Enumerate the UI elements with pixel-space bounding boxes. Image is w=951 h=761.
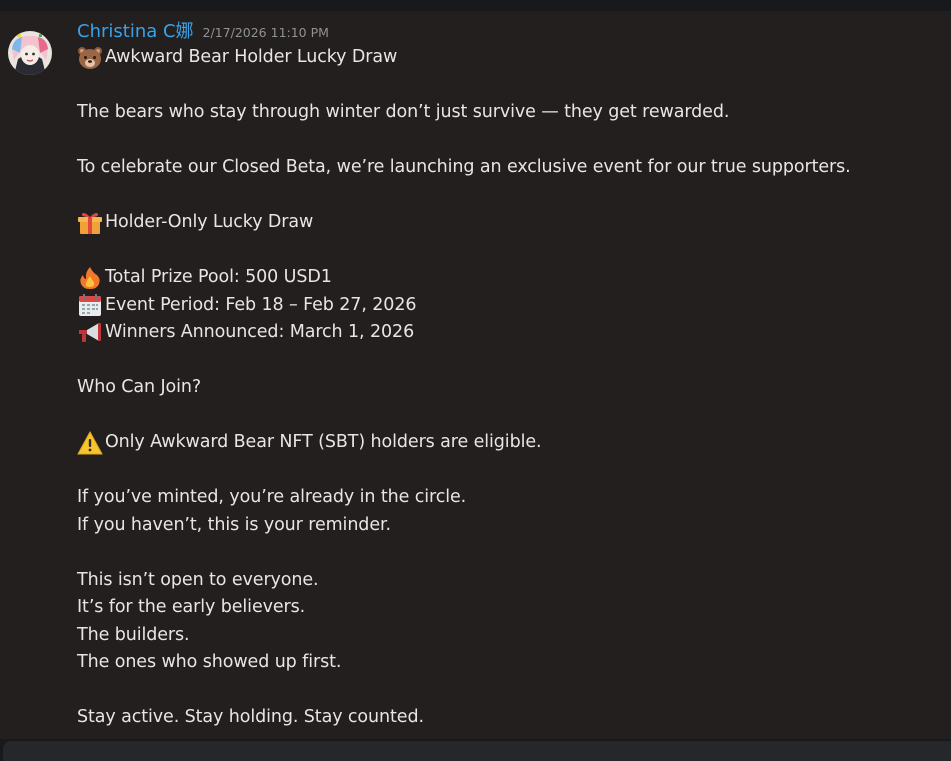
- message-line: Awkward Bear Holder Lucky Draw: [77, 44, 937, 72]
- message-line: It’s for the early believers.: [77, 597, 306, 617]
- megaphone-icon: [77, 321, 105, 345]
- announcement-title: Awkward Bear Holder Lucky Draw: [105, 47, 398, 67]
- message-line: To celebrate our Closed Beta, we’re laun…: [77, 157, 851, 177]
- message-line: This isn’t open to everyone.: [77, 569, 319, 590]
- message-line: Only Awkward Bear NFT (SBT) holders are …: [77, 429, 937, 457]
- message-content: Awkward Bear Holder Lucky Draw The bears…: [77, 44, 937, 732]
- message-line: Holder-Only Lucky Draw: [77, 209, 937, 237]
- username[interactable]: Christina C娜: [77, 17, 194, 43]
- message-line: Event Period: Feb 18 – Feb 27, 2026: [77, 292, 937, 320]
- chat-message: Christina C娜 2/17/2026 11:10 PM Awkward …: [0, 11, 951, 739]
- message-line: If you haven’t, this is your reminder.: [77, 514, 391, 535]
- message-line: Total Prize Pool: 500 USD1: [77, 264, 937, 292]
- message-line: Winners Announced: March 1, 2026: [77, 319, 937, 347]
- gift-icon: [77, 211, 105, 235]
- message-line: Who Can Join?: [77, 377, 202, 397]
- warning-icon: [77, 430, 105, 455]
- message-header: Christina C娜 2/17/2026 11:10 PM: [77, 17, 329, 43]
- message-input[interactable]: [3, 741, 951, 761]
- bear-face-icon: [77, 46, 105, 70]
- fire-icon: [77, 266, 105, 290]
- message-line: Stay active. Stay holding. Stay counted.: [77, 707, 424, 727]
- calendar-icon: [77, 293, 105, 317]
- timestamp: 2/17/2026 11:10 PM: [202, 25, 329, 40]
- top-divider-bar: [0, 0, 951, 11]
- message-line: The bears who stay through winter don’t …: [77, 102, 730, 122]
- message-input-area: [0, 739, 951, 761]
- message-line: The ones who showed up first.: [77, 652, 342, 672]
- message-line: The builders.: [77, 624, 190, 645]
- avatar[interactable]: [8, 31, 52, 75]
- message-line: If you’ve minted, you’re already in the …: [77, 487, 467, 507]
